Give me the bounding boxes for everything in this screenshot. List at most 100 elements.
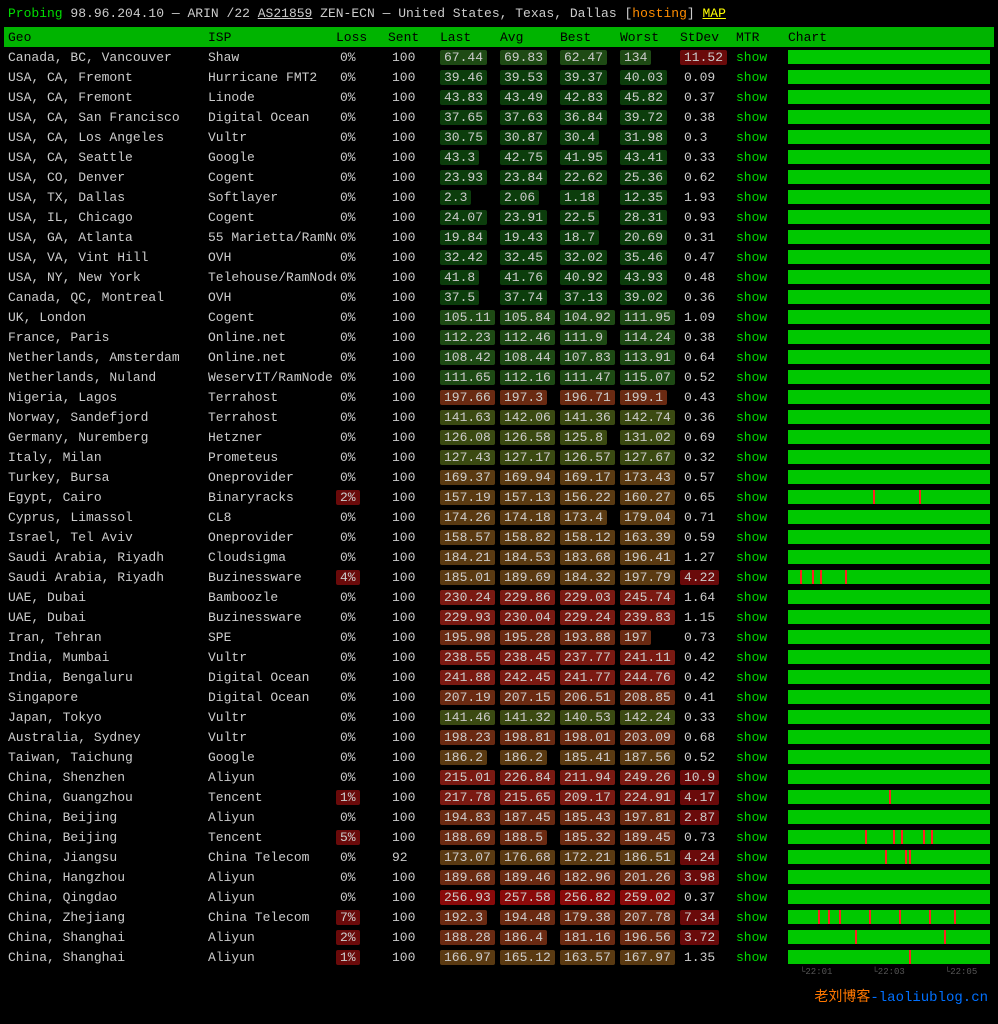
cell-best: 18.7	[560, 230, 620, 245]
cell-worst: 111.95	[620, 310, 680, 325]
cell-geo: China, Zhejiang	[4, 910, 208, 925]
mtr-link[interactable]: show	[736, 450, 788, 465]
mtr-link[interactable]: show	[736, 230, 788, 245]
header-loss[interactable]: Loss	[336, 30, 388, 45]
mtr-link[interactable]: show	[736, 750, 788, 765]
latency-sparkline	[788, 330, 990, 344]
header-sent[interactable]: Sent	[388, 30, 440, 45]
cell-chart	[788, 570, 994, 584]
header-stdev[interactable]: StDev	[680, 30, 736, 45]
mtr-link[interactable]: show	[736, 850, 788, 865]
mtr-link[interactable]: show	[736, 770, 788, 785]
mtr-link[interactable]: show	[736, 370, 788, 385]
mtr-link[interactable]: show	[736, 110, 788, 125]
cell-isp: OVH	[208, 250, 336, 265]
cell-stdev: 0.62	[680, 170, 736, 185]
mtr-link[interactable]: show	[736, 270, 788, 285]
chart-timeline: └22:01 └22:03 └22:05 └22:06	[4, 967, 994, 977]
mtr-link[interactable]: show	[736, 690, 788, 705]
cell-best: 237.77	[560, 650, 620, 665]
table-row: China, ShanghaiAliyun1%100166.97165.1216…	[4, 947, 994, 967]
cell-stdev: 1.35	[680, 950, 736, 965]
mtr-link[interactable]: show	[736, 590, 788, 605]
mtr-link[interactable]: show	[736, 710, 788, 725]
mtr-link[interactable]: show	[736, 490, 788, 505]
mtr-link[interactable]: show	[736, 50, 788, 65]
latency-sparkline	[788, 610, 990, 624]
header-best[interactable]: Best	[560, 30, 620, 45]
cell-worst: 224.91	[620, 790, 680, 805]
mtr-link[interactable]: show	[736, 910, 788, 925]
cell-best: 169.17	[560, 470, 620, 485]
mtr-link[interactable]: show	[736, 210, 788, 225]
header-chart[interactable]: Chart	[788, 30, 994, 45]
mtr-link[interactable]: show	[736, 510, 788, 525]
header-worst[interactable]: Worst	[620, 30, 680, 45]
header-mtr[interactable]: MTR	[736, 30, 788, 45]
mtr-link[interactable]: show	[736, 870, 788, 885]
mtr-link[interactable]: show	[736, 730, 788, 745]
header-isp[interactable]: ISP	[208, 30, 336, 45]
mtr-link[interactable]: show	[736, 90, 788, 105]
mtr-link[interactable]: show	[736, 570, 788, 585]
mtr-link[interactable]: show	[736, 310, 788, 325]
mtr-link[interactable]: show	[736, 650, 788, 665]
mtr-link[interactable]: show	[736, 810, 788, 825]
cell-chart	[788, 910, 994, 924]
cell-best: 182.96	[560, 870, 620, 885]
cell-stdev: 0.38	[680, 110, 736, 125]
cell-avg: 23.84	[500, 170, 560, 185]
cell-isp: Terrahost	[208, 410, 336, 425]
mtr-link[interactable]: show	[736, 890, 788, 905]
mtr-link[interactable]: show	[736, 130, 788, 145]
mtr-link[interactable]: show	[736, 950, 788, 965]
mtr-link[interactable]: show	[736, 330, 788, 345]
mtr-link[interactable]: show	[736, 290, 788, 305]
cell-sent: 100	[388, 530, 440, 545]
cell-worst: 131.02	[620, 430, 680, 445]
mtr-link[interactable]: show	[736, 670, 788, 685]
mtr-link[interactable]: show	[736, 350, 788, 365]
cell-stdev: 1.09	[680, 310, 736, 325]
cell-loss: 0%	[336, 590, 388, 605]
table-row: Egypt, CairoBinaryracks2%100157.19157.13…	[4, 487, 994, 507]
mtr-link[interactable]: show	[736, 470, 788, 485]
mtr-link[interactable]: show	[736, 170, 788, 185]
cell-stdev: 0.36	[680, 290, 736, 305]
map-link[interactable]: MAP	[703, 6, 726, 21]
mtr-link[interactable]: show	[736, 790, 788, 805]
cell-isp: China Telecom	[208, 910, 336, 925]
mtr-link[interactable]: show	[736, 390, 788, 405]
mtr-link[interactable]: show	[736, 930, 788, 945]
mtr-link[interactable]: show	[736, 530, 788, 545]
cell-stdev: 0.09	[680, 70, 736, 85]
header-avg[interactable]: Avg	[500, 30, 560, 45]
loss-tick-icon	[893, 830, 895, 844]
mtr-link[interactable]: show	[736, 610, 788, 625]
mtr-link[interactable]: show	[736, 830, 788, 845]
cell-best: 179.38	[560, 910, 620, 925]
cell-isp: OVH	[208, 290, 336, 305]
table-row: USA, CA, FremontLinode0%10043.8343.4942.…	[4, 87, 994, 107]
mtr-link[interactable]: show	[736, 250, 788, 265]
cell-last: 207.19	[440, 690, 500, 705]
cell-stdev: 0.65	[680, 490, 736, 505]
mtr-link[interactable]: show	[736, 70, 788, 85]
cell-geo: Egypt, Cairo	[4, 490, 208, 505]
mtr-link[interactable]: show	[736, 630, 788, 645]
watermark: 老刘博客-laoliublog.cn	[814, 986, 988, 1006]
probe-asn-link[interactable]: AS21859	[258, 6, 313, 21]
mtr-link[interactable]: show	[736, 150, 788, 165]
cell-best: 209.17	[560, 790, 620, 805]
cell-isp: CL8	[208, 510, 336, 525]
mtr-link[interactable]: show	[736, 550, 788, 565]
mtr-link[interactable]: show	[736, 430, 788, 445]
mtr-link[interactable]: show	[736, 190, 788, 205]
table-row: Turkey, BursaOneprovider0%100169.37169.9…	[4, 467, 994, 487]
header-geo[interactable]: Geo	[4, 30, 208, 45]
mtr-link[interactable]: show	[736, 410, 788, 425]
header-last[interactable]: Last	[440, 30, 500, 45]
table-row: Cyprus, LimassolCL80%100174.26174.18173.…	[4, 507, 994, 527]
latency-sparkline	[788, 650, 990, 664]
table-row: India, MumbaiVultr0%100238.55238.45237.7…	[4, 647, 994, 667]
